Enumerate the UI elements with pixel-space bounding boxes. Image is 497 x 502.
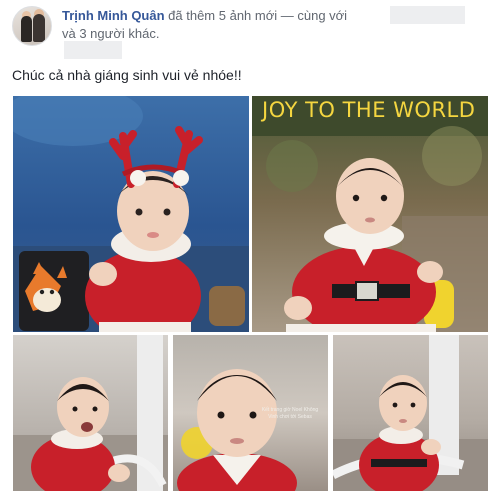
- redacted-tag-name: [390, 6, 465, 24]
- photo-baby-joy-to-the-world[interactable]: JOY TO THE WORLD: [252, 96, 488, 332]
- photo-illustration: [13, 335, 168, 491]
- photo-baby-crying-walker[interactable]: [13, 335, 168, 491]
- photo-illustration: [13, 96, 249, 332]
- photo-watermark: Kết trang giờ Noel Không Vinh chơi tới S…: [261, 407, 319, 420]
- post-header-line: Trịnh Minh Quân đã thêm 5 ảnh mới — cùng…: [62, 7, 347, 24]
- tagged-others-link[interactable]: và 3 người khác.: [62, 25, 159, 42]
- avatar-figure-body: [21, 16, 32, 42]
- avatar-figure-body: [33, 14, 45, 42]
- author-name-link[interactable]: Trịnh Minh Quân: [62, 8, 165, 23]
- post-message: Chúc cả nhà giáng sinh vui vẻ nhóe!!: [12, 67, 242, 83]
- photo-baby-closeup[interactable]: Kết trang giờ Noel Không Vinh chơi tới S…: [173, 335, 328, 491]
- post-header: Trịnh Minh Quân đã thêm 5 ảnh mới — cùng…: [12, 6, 492, 59]
- author-avatar[interactable]: [12, 6, 52, 46]
- post-action-text: đã thêm 5 ảnh mới — cùng với: [164, 8, 348, 23]
- photo-illustration: [252, 96, 488, 332]
- photo-caption: JOY TO THE WORLD: [262, 98, 476, 122]
- photo-illustration: [333, 335, 488, 491]
- photo-baby-reindeer-headband[interactable]: [13, 96, 249, 332]
- redacted-timestamp: [64, 41, 122, 59]
- photo-baby-walker-smiling[interactable]: [333, 335, 488, 491]
